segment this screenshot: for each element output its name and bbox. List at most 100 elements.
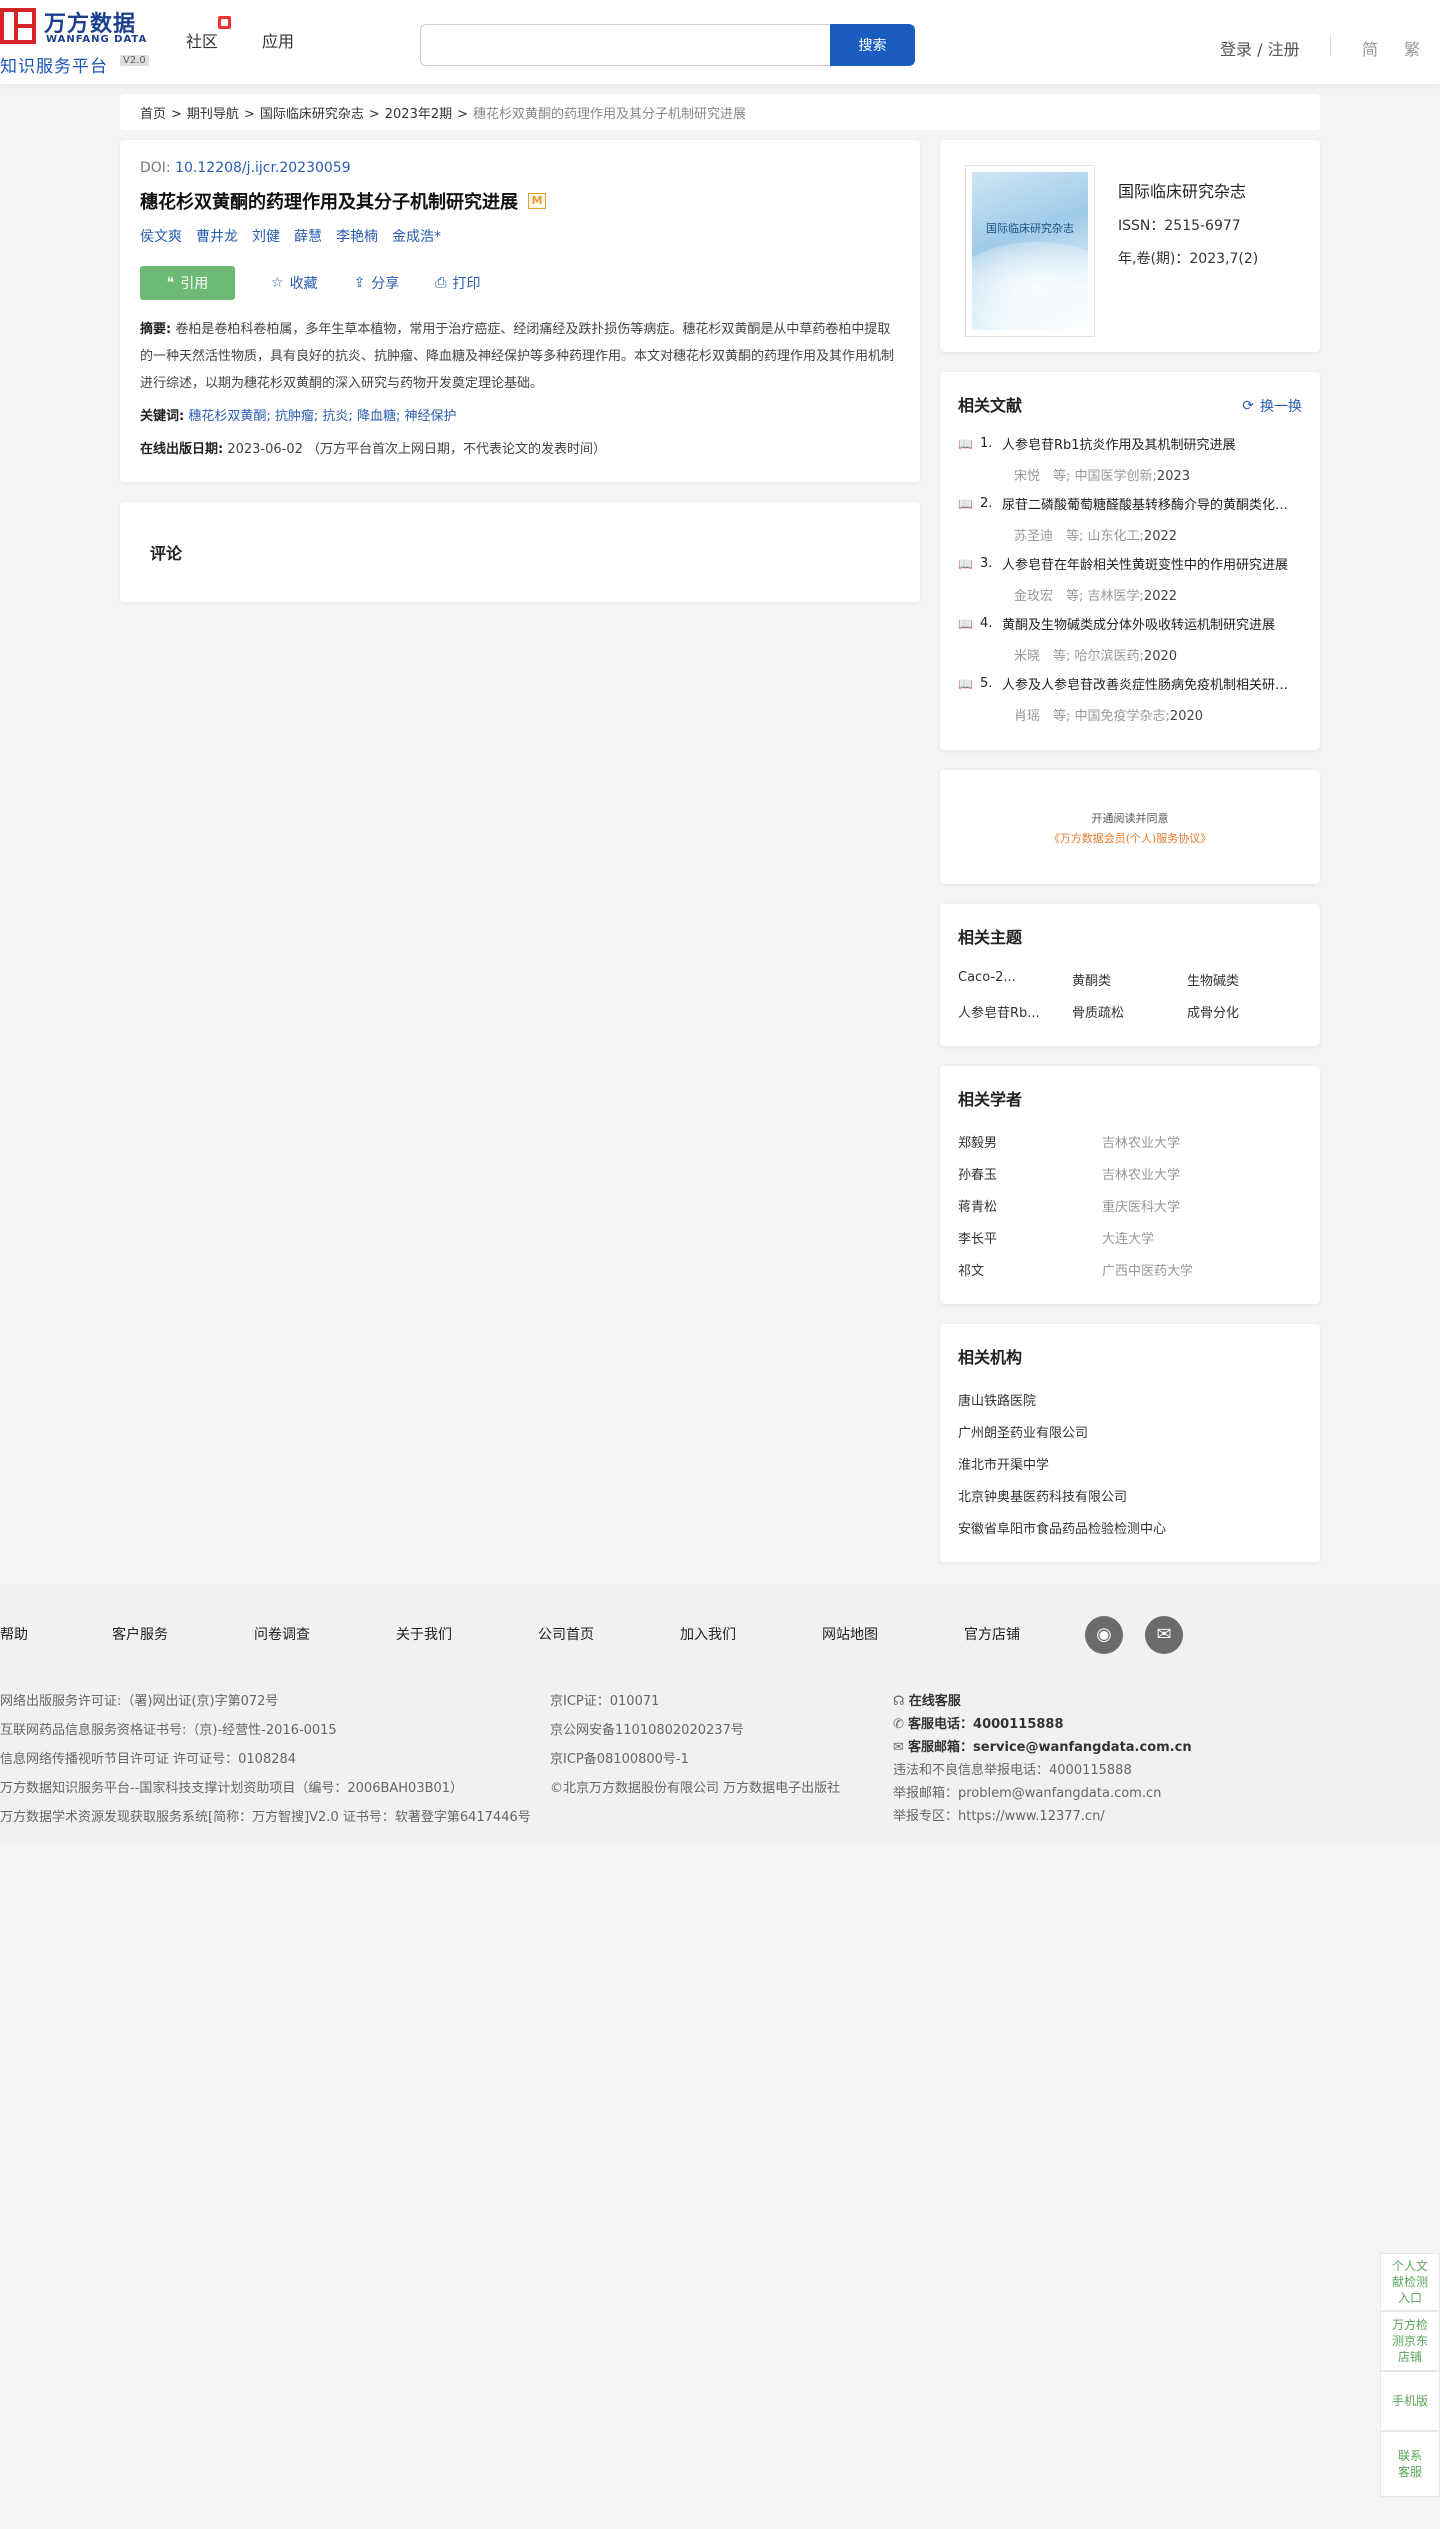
agreement-prompt: 开通阅读并同意	[1091, 812, 1169, 825]
collect-button[interactable]: ☆ 收藏	[271, 273, 318, 293]
scholar-name[interactable]: 祁文	[958, 1260, 984, 1279]
lang-traditional[interactable]: 繁	[1404, 36, 1420, 60]
keyword-link[interactable]: 降血糖;	[357, 409, 400, 424]
keyword-link[interactable]: 穗花杉双黄酮;	[188, 409, 270, 424]
scholar-name[interactable]: 蒋青松	[958, 1196, 997, 1215]
author-link[interactable]: 金成浩*	[392, 226, 441, 246]
share-button[interactable]: ⇪ 分享	[354, 273, 400, 293]
footer-link-store[interactable]: 官方店铺	[964, 1624, 1020, 1644]
keyword-link[interactable]: 抗肿瘤;	[275, 409, 318, 424]
scholar-org[interactable]: 重庆医科大学	[1102, 1196, 1180, 1215]
footer-link-survey[interactable]: 问卷调查	[254, 1624, 310, 1644]
scholar-name[interactable]: 孙春玉	[958, 1164, 997, 1183]
keyword-link[interactable]: 抗炎;	[322, 409, 352, 424]
scholar-name[interactable]: 李长平	[958, 1228, 997, 1247]
breadcrumb-journal-nav[interactable]: 期刊导航	[187, 107, 239, 122]
related-source[interactable]: 中国医学创新;	[1075, 469, 1157, 484]
author-link[interactable]: 薛慧	[294, 226, 322, 246]
related-source[interactable]: 吉林医学;	[1088, 589, 1144, 604]
agreement-link[interactable]: 《万方数据会员(个人)服务协议》	[940, 830, 1320, 846]
nav-apps[interactable]: 应用	[262, 28, 294, 52]
footer-copyright: ©北京万方数据股份有限公司 万方数据电子出版社	[550, 1781, 841, 1796]
pubdate-row: 在线出版日期: 2023-06-02 （万方平台首次上网日期，不代表论文的发表时…	[140, 438, 900, 457]
float-literature-check[interactable]: 个人文献检测入口	[1380, 2253, 1440, 2311]
float-contact-service[interactable]: 联系客服	[1380, 2431, 1440, 2497]
related-title-link[interactable]: 尿苷二磷酸葡萄糖醛酸基转移酶介导的黄酮类化合物代谢研究进展	[1002, 494, 1292, 513]
related-topics-title: 相关主题	[958, 928, 1023, 947]
topic-link[interactable]: 骨质疏松	[1072, 1002, 1124, 1021]
topic-link[interactable]: 成骨分化	[1187, 1002, 1239, 1021]
related-title-link[interactable]: 黄酮及生物碱类成分体外吸收转运机制研究进展	[1002, 614, 1292, 633]
topic-link[interactable]: 黄酮类	[1072, 970, 1111, 989]
online-service[interactable]: ☊ 在线客服	[893, 1690, 961, 1709]
org-link[interactable]: 淮北市开渠中学	[958, 1454, 1049, 1473]
breadcrumb-journal[interactable]: 国际临床研究杂志	[260, 107, 364, 122]
service-email[interactable]: ✉ 客服邮箱：service@wanfangdata.com.cn	[893, 1736, 1192, 1755]
float-jd-store[interactable]: 万方检测京东店铺	[1380, 2311, 1440, 2371]
related-author[interactable]: 苏圣迪 等;	[1014, 529, 1083, 544]
footer-icp[interactable]: 京公网安备11010802020237号	[550, 1719, 744, 1738]
topic-link[interactable]: 生物碱类	[1187, 970, 1239, 989]
footer-link-customer-service[interactable]: 客户服务	[112, 1624, 168, 1644]
wechat-icon[interactable]: ✉	[1145, 1616, 1183, 1654]
topic-link[interactable]: 人参皂苷Rb...	[958, 1002, 1040, 1021]
related-author[interactable]: 米晓 等;	[1014, 649, 1070, 664]
journal-cover[interactable]: 国际临床研究杂志	[965, 165, 1095, 337]
refresh-button[interactable]: ⟳ 换一换	[1242, 396, 1302, 416]
journal-name[interactable]: 国际临床研究杂志	[1118, 178, 1246, 202]
keywords-label: 关键词:	[140, 409, 185, 424]
abstract-label: 摘要:	[140, 322, 172, 337]
logo-english-name: WANFANG DATA	[46, 34, 148, 45]
report-email[interactable]: 举报邮箱：problem@wanfangdata.com.cn	[893, 1782, 1161, 1801]
org-link[interactable]: 广州朗圣药业有限公司	[958, 1422, 1088, 1441]
author-link[interactable]: 曹井龙	[196, 226, 238, 246]
search-input[interactable]	[420, 24, 830, 66]
footer-link-company[interactable]: 公司首页	[538, 1624, 594, 1644]
author-link[interactable]: 侯文爽	[140, 226, 182, 246]
scholar-org[interactable]: 吉林农业大学	[1102, 1164, 1180, 1183]
breadcrumb-home[interactable]: 首页	[140, 107, 166, 122]
org-link[interactable]: 唐山铁路医院	[958, 1390, 1036, 1409]
footer-link-help[interactable]: 帮助	[0, 1624, 28, 1644]
printer-icon: ⎙	[435, 275, 447, 291]
org-link[interactable]: 北京钟奥基医药科技有限公司	[958, 1486, 1127, 1505]
breadcrumb-issue[interactable]: 2023年2期	[385, 107, 452, 122]
related-title-link[interactable]: 人参及人参皂苷改善炎症性肠病免疫机制相关研究进展	[1002, 674, 1292, 693]
nav-community[interactable]: 社区	[186, 28, 218, 52]
topic-link[interactable]: Caco-2...	[958, 970, 1016, 985]
footer-link-sitemap[interactable]: 网站地图	[822, 1624, 878, 1644]
org-link[interactable]: 安徽省阜阳市食品药品检验检测中心	[958, 1518, 1166, 1537]
footer-icp[interactable]: 京ICP备08100800号-1	[550, 1748, 689, 1767]
related-author[interactable]: 肖瑶 等;	[1014, 709, 1070, 724]
related-source[interactable]: 山东化工;	[1088, 529, 1144, 544]
footer-icp[interactable]: 京ICP证：010071	[550, 1690, 659, 1709]
related-source[interactable]: 中国免疫学杂志;	[1075, 709, 1170, 724]
mendeley-badge-icon[interactable]: M	[528, 193, 546, 209]
scholar-org[interactable]: 吉林农业大学	[1102, 1132, 1180, 1151]
weibo-icon[interactable]: ◉	[1085, 1616, 1123, 1654]
wanfang-logo[interactable]: 万方数据 WANFANG DATA 知识服务平台 V2.0	[0, 6, 160, 77]
footer-license: 互联网药品信息服务资格证书号:（京)-经营性-2016-0015	[0, 1723, 337, 1738]
search-button[interactable]: 搜索	[830, 24, 915, 66]
article-title-row: 穗花杉双黄酮的药理作用及其分子机制研究进展 M	[140, 188, 900, 214]
scholar-org[interactable]: 大连大学	[1102, 1228, 1154, 1247]
footer-link-about[interactable]: 关于我们	[396, 1624, 452, 1644]
scholar-org[interactable]: 广西中医药大学	[1102, 1260, 1193, 1279]
related-source[interactable]: 哈尔滨医药;	[1075, 649, 1144, 664]
report-site[interactable]: 举报专区：https://www.12377.cn/	[893, 1805, 1105, 1824]
lang-simplified[interactable]: 简	[1362, 36, 1378, 60]
related-author[interactable]: 金玫宏 等;	[1014, 589, 1083, 604]
print-button[interactable]: ⎙ 打印	[435, 273, 480, 293]
cite-button[interactable]: ❝ 引用	[140, 266, 235, 300]
author-link[interactable]: 李艳楠	[336, 226, 378, 246]
author-link[interactable]: 刘健	[252, 226, 280, 246]
scholar-name[interactable]: 郑毅男	[958, 1132, 997, 1151]
related-author[interactable]: 宋悦 等;	[1014, 469, 1070, 484]
doi-link[interactable]: 10.12208/j.ijcr.20230059	[175, 160, 351, 176]
login-register-link[interactable]: 登录 / 注册	[1220, 36, 1300, 60]
footer-link-join[interactable]: 加入我们	[680, 1624, 736, 1644]
keyword-link[interactable]: 神经保护	[404, 409, 456, 424]
related-title-link[interactable]: 人参皂苷在年龄相关性黄斑变性中的作用研究进展	[1002, 554, 1292, 573]
float-mobile[interactable]: 手机版	[1380, 2371, 1440, 2431]
related-title-link[interactable]: 人参皂苷Rb1抗炎作用及其机制研究进展	[1002, 434, 1292, 453]
